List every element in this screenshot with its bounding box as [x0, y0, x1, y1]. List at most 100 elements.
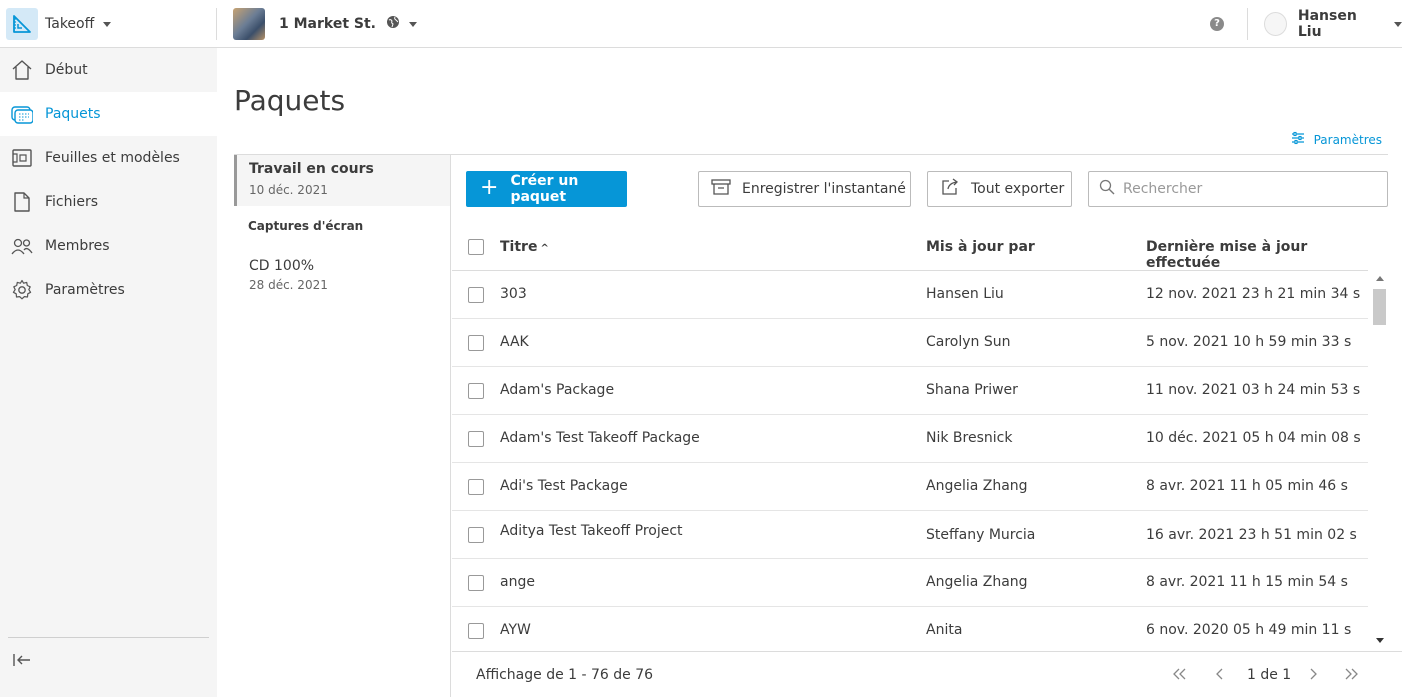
cell-title: 303 — [500, 286, 527, 302]
cell-title: ange — [500, 574, 535, 590]
save-snapshot-label: Enregistrer l'instantané — [742, 181, 906, 197]
settings-link-label: Paramètres — [1313, 132, 1382, 147]
save-snapshot-button[interactable]: Enregistrer l'instantané — [698, 171, 911, 207]
top-bar: Takeoff 1 Market St. ? Hansen Liu — [0, 0, 1402, 48]
sidebar-item-label: Feuilles et modèles — [45, 150, 180, 166]
table-footer: Affichage de 1 - 76 de 76 1 de 1 — [452, 651, 1402, 697]
project-thumbnail — [233, 8, 265, 40]
cell-updated-by: Angelia Zhang — [926, 574, 1028, 590]
chevron-down-icon — [409, 21, 417, 27]
sidebar-item-label: Début — [45, 62, 88, 78]
archive-icon — [711, 178, 731, 200]
last-page-icon[interactable] — [1341, 664, 1361, 684]
table-header: Titre ^ Mis à jour par Dernière mise à jo… — [452, 223, 1368, 271]
search-input[interactable] — [1123, 181, 1373, 197]
plus-icon: + — [480, 174, 499, 200]
sidebar-item-debut[interactable]: Début — [0, 48, 217, 92]
first-page-icon[interactable] — [1170, 664, 1190, 684]
sidebar-item-membres[interactable]: Membres — [0, 224, 217, 268]
cell-title: Aditya Test Takeoff Project — [500, 523, 683, 539]
row-checkbox[interactable] — [468, 431, 484, 447]
cell-updated-by: Nik Bresnick — [926, 430, 1013, 446]
cell-title: Adi's Test Package — [500, 478, 628, 494]
sidebar-item-label: Paramètres — [45, 282, 125, 298]
sidebar-item-feuilles[interactable]: Feuilles et modèles — [0, 136, 217, 180]
sidebar-item-label: Fichiers — [45, 194, 99, 210]
row-checkbox[interactable] — [468, 527, 484, 543]
column-header-updated-by[interactable]: Mis à jour par — [926, 239, 1035, 255]
scroll-up-icon[interactable] — [1376, 276, 1384, 281]
version-title: Travail en cours — [249, 161, 374, 177]
cell-title: AYW — [500, 622, 531, 638]
row-checkbox[interactable] — [468, 575, 484, 591]
version-snapshot[interactable]: CD 100% 28 déc. 2021 — [234, 252, 450, 292]
packages-icon — [10, 102, 34, 126]
table-row[interactable]: Adam's Package Shana Priwer 11 nov. 2021… — [452, 367, 1368, 415]
sliders-icon — [1291, 131, 1305, 148]
sidebar-item-parametres[interactable]: Paramètres — [0, 268, 217, 312]
cell-updated-at: 8 avr. 2021 11 h 05 min 46 s — [1146, 478, 1348, 494]
page-title: Paquets — [234, 84, 346, 117]
cell-title: Adam's Package — [500, 382, 615, 398]
sidebar-item-label: Paquets — [45, 106, 101, 122]
divider — [216, 8, 217, 40]
cell-title: AAK — [500, 334, 529, 350]
row-checkbox[interactable] — [468, 479, 484, 495]
row-checkbox[interactable] — [468, 287, 484, 303]
globe-icon — [386, 15, 400, 33]
cell-updated-by: Angelia Zhang — [926, 478, 1028, 494]
table-row[interactable]: Adam's Test Takeoff Package Nik Bresnick… — [452, 415, 1368, 463]
table-row[interactable]: Adi's Test Package Angelia Zhang 8 avr. … — [452, 463, 1368, 511]
create-package-button[interactable]: + Créer un paquet — [466, 171, 627, 207]
app-switcher[interactable]: Takeoff — [6, 8, 112, 40]
version-current[interactable]: Travail en cours 10 déc. 2021 — [234, 155, 450, 206]
app-name: Takeoff — [45, 16, 95, 32]
project-switcher[interactable]: 1 Market St. — [233, 8, 417, 40]
sidebar-item-paquets[interactable]: Paquets — [0, 92, 217, 136]
sidebar-item-fichiers[interactable]: Fichiers — [0, 180, 217, 224]
project-name: 1 Market St. — [279, 16, 376, 32]
select-all-checkbox[interactable] — [468, 239, 484, 255]
search-icon — [1099, 179, 1115, 199]
chevron-down-icon — [103, 21, 112, 27]
search-box — [1088, 171, 1388, 207]
collapse-sidebar-icon[interactable] — [10, 648, 34, 672]
user-menu[interactable]: Hansen Liu — [1264, 8, 1402, 40]
table-row[interactable]: 303 Hansen Liu 12 nov. 2021 23 h 21 min … — [452, 271, 1368, 319]
table-scrollbar[interactable] — [1372, 271, 1388, 651]
cell-updated-at: 5 nov. 2021 10 h 59 min 33 s — [1146, 334, 1352, 350]
export-all-button[interactable]: Tout exporter — [927, 171, 1072, 207]
members-icon — [10, 234, 34, 258]
column-header-updated-at[interactable]: Dernière mise à jour effectuée — [1146, 239, 1368, 271]
table-row[interactable]: Aditya Test Takeoff Project Steffany Mur… — [452, 511, 1368, 559]
row-checkbox[interactable] — [468, 623, 484, 639]
help-icon[interactable]: ? — [1210, 17, 1224, 31]
previous-page-icon[interactable] — [1210, 664, 1230, 684]
cell-updated-at: 12 nov. 2021 23 h 21 min 34 s — [1146, 286, 1361, 302]
cell-updated-by: Steffany Murcia — [926, 527, 1036, 543]
scroll-down-icon[interactable] — [1376, 638, 1384, 643]
version-panel: Travail en cours 10 déc. 2021 Captures d… — [234, 155, 451, 697]
table-row[interactable]: ange Angelia Zhang 8 avr. 2021 11 h 15 m… — [452, 559, 1368, 607]
scroll-thumb[interactable] — [1373, 289, 1386, 325]
settings-link[interactable]: Paramètres — [1291, 131, 1382, 148]
cell-updated-by: Anita — [926, 622, 963, 638]
version-date: 10 déc. 2021 — [249, 183, 328, 197]
table-row[interactable]: AAK Carolyn Sun 5 nov. 2021 10 h 59 min … — [452, 319, 1368, 367]
column-label: Titre — [500, 239, 538, 255]
cell-updated-at: 16 avr. 2021 23 h 51 min 02 s — [1146, 527, 1357, 543]
row-checkbox[interactable] — [468, 383, 484, 399]
divider — [1247, 8, 1248, 40]
cell-updated-at: 10 déc. 2021 05 h 04 min 08 s — [1146, 430, 1361, 446]
avatar — [1264, 12, 1287, 36]
user-name: Hansen Liu — [1297, 8, 1357, 40]
table-row[interactable]: AYW Anita 6 nov. 2020 05 h 49 min 11 s — [452, 607, 1368, 651]
row-checkbox[interactable] — [468, 335, 484, 351]
chevron-down-icon — [1394, 21, 1402, 27]
next-page-icon[interactable] — [1303, 664, 1323, 684]
sheets-icon — [10, 146, 34, 170]
gear-icon — [10, 278, 34, 302]
cell-updated-at: 8 avr. 2021 11 h 15 min 54 s — [1146, 574, 1348, 590]
file-icon — [10, 190, 34, 214]
column-header-title[interactable]: Titre ^ — [500, 239, 549, 255]
